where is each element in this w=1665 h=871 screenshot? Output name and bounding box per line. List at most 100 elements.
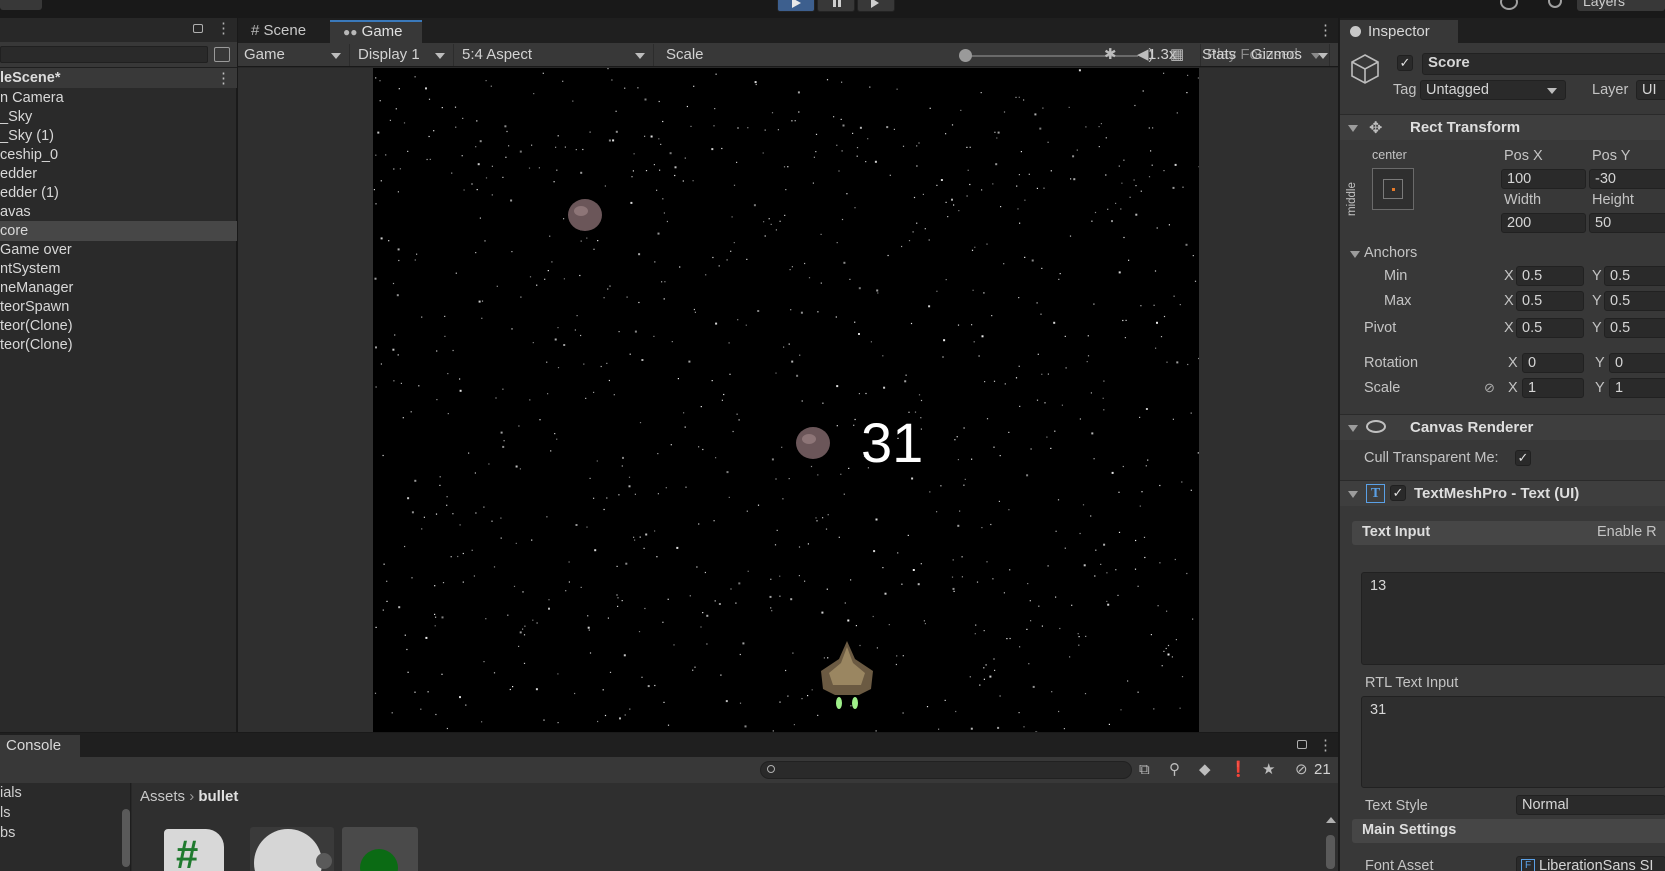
asset-script[interactable]: # (164, 829, 224, 871)
hierarchy-item[interactable]: edder (0, 164, 237, 184)
more-options-icon[interactable]: ⋮ (216, 21, 231, 36)
tab-console[interactable]: Console (0, 735, 80, 757)
history-icon[interactable] (1500, 0, 1518, 10)
breadcrumb-bullet[interactable]: bullet (198, 788, 238, 805)
search-scope-icon[interactable] (214, 47, 230, 62)
textmeshpro-enabled-checkbox[interactable]: ✓ (1390, 485, 1406, 501)
hierarchy-item[interactable]: teor(Clone) (0, 316, 237, 336)
scroll-up-icon[interactable] (1326, 817, 1336, 823)
font-asset-field[interactable]: F LiberationSans SI (1516, 856, 1665, 871)
play-preview-icon[interactable] (316, 853, 332, 869)
aspect-dropdown[interactable]: 5:4 Aspect (456, 44, 654, 66)
filter-type-icon[interactable]: ⚲ (1169, 761, 1180, 779)
tab-scene[interactable]: # Scene (238, 20, 330, 43)
lock-icon[interactable] (193, 24, 203, 33)
account-button[interactable] (0, 0, 42, 10)
tree-scrollbar[interactable] (122, 809, 130, 867)
warning-filter-icon[interactable]: ❗ (1229, 761, 1248, 779)
mode-dropdown[interactable]: Game (238, 44, 350, 66)
fold-arrow-icon[interactable] (1350, 251, 1360, 258)
more-options-icon[interactable]: ⋮ (1318, 736, 1333, 754)
anchors-min-y-field[interactable]: 0.5 (1604, 266, 1665, 286)
text-style-dropdown[interactable]: Normal (1516, 795, 1665, 815)
constrain-proportions-icon[interactable]: ⊘ (1484, 380, 1495, 396)
grid-layout-icon[interactable]: ▦ (1170, 46, 1184, 64)
width-field[interactable]: 200 (1501, 213, 1586, 233)
hidden-icon[interactable]: ⊘ (1295, 761, 1308, 779)
folder-item[interactable]: bs (0, 823, 15, 843)
display-dropdown[interactable]: Display 1 (352, 44, 454, 66)
text-input-area[interactable]: 13 (1361, 572, 1665, 665)
cull-transparent-checkbox[interactable]: ✓ (1515, 450, 1531, 466)
pause-button[interactable] (817, 0, 855, 12)
rotation-x-field[interactable]: 0 (1522, 353, 1584, 373)
play-button[interactable] (777, 0, 815, 12)
scale-slider-handle[interactable] (959, 49, 973, 62)
asset-circle-sprite[interactable] (250, 827, 334, 871)
height-field[interactable]: 50 (1589, 213, 1665, 233)
hierarchy-item[interactable]: core (0, 221, 237, 241)
gizmos-button[interactable]: Gizmos (1251, 44, 1302, 66)
stats-button[interactable]: Stats (1202, 44, 1236, 66)
hierarchy-item[interactable]: teor(Clone) (0, 335, 237, 355)
label-filter-icon[interactable]: ◆ (1199, 761, 1211, 779)
folder-item[interactable]: ls (0, 803, 10, 823)
lock-icon[interactable] (1297, 740, 1307, 749)
favorite-icon[interactable]: ★ (1262, 761, 1275, 779)
tag-dropdown[interactable]: Untagged (1420, 80, 1566, 100)
pivot-y-field[interactable]: 0.5 (1604, 318, 1665, 338)
anchor-preset-button[interactable] (1372, 168, 1414, 210)
asset-bullet-prefab[interactable] (342, 827, 418, 871)
canvas-renderer-header[interactable]: Canvas Renderer (1340, 414, 1665, 440)
game-canvas[interactable]: 31 (373, 68, 1199, 732)
scale-y-field[interactable]: 1 (1609, 378, 1665, 398)
rotation-y-field[interactable]: 0 (1609, 353, 1665, 373)
scene-menu-icon[interactable]: ⋮ (216, 69, 231, 87)
rect-transform-header[interactable]: ✥ Rect Transform (1340, 114, 1665, 140)
hierarchy-item[interactable]: ntSystem (0, 259, 237, 279)
pos-y-field[interactable]: -30 (1589, 169, 1665, 189)
hierarchy-item[interactable]: Game over (0, 240, 237, 260)
folder-item[interactable]: ials (0, 783, 22, 803)
pivot-x-field[interactable]: 0.5 (1516, 318, 1584, 338)
anchors-max-y-field[interactable]: 0.5 (1604, 291, 1665, 311)
hierarchy-item[interactable]: teorSpawn (0, 297, 237, 317)
anchors-max-x-field[interactable]: 0.5 (1516, 291, 1584, 311)
active-checkbox[interactable]: ✓ (1397, 55, 1413, 71)
hierarchy-item[interactable]: neManager (0, 278, 237, 298)
star (970, 727, 973, 730)
hierarchy-item[interactable]: n Camera (0, 88, 237, 108)
search-scope-icon[interactable]: ⧉ (1139, 761, 1150, 779)
textmeshpro-header[interactable]: T ✓ TextMeshPro - Text (UI) (1340, 480, 1665, 506)
layer-dropdown[interactable]: UI (1636, 80, 1665, 100)
object-name-field[interactable]: Score (1422, 53, 1665, 75)
hierarchy-item[interactable]: edder (1) (0, 183, 237, 203)
bug-icon[interactable]: ✱ (1104, 46, 1117, 64)
hierarchy-search-input[interactable] (0, 46, 208, 63)
star (1139, 505, 1141, 507)
hierarchy-item[interactable]: _Sky (0, 107, 237, 127)
step-button[interactable] (857, 0, 895, 12)
scale-x-field[interactable]: 1 (1522, 378, 1584, 398)
hierarchy-item[interactable]: avas (0, 202, 237, 222)
tab-inspector[interactable]: Inspector (1340, 20, 1458, 43)
hierarchy-item[interactable]: _Sky (1) (0, 126, 237, 146)
audio-icon[interactable]: ◀) (1137, 46, 1154, 64)
chevron-down-icon[interactable] (1318, 53, 1328, 59)
main-settings-bar[interactable]: Main Settings (1352, 819, 1665, 843)
enable-rtl-label[interactable]: Enable R (1597, 524, 1657, 540)
rtl-text-input-area[interactable]: 31 (1361, 696, 1665, 788)
pos-x-field[interactable]: 100 (1501, 169, 1586, 189)
star (940, 485, 942, 487)
project-search-input[interactable] (760, 761, 1132, 779)
panel-menu-icon[interactable]: ⋮ (1318, 21, 1333, 39)
layers-dropdown[interactable]: Layers (1577, 0, 1665, 11)
anchors-min-x-field[interactable]: 0.5 (1516, 266, 1584, 286)
scene-row[interactable]: leScene* ⋮ (0, 68, 237, 88)
assets-scrollbar[interactable] (1326, 835, 1335, 869)
tab-game[interactable]: ●● Game (330, 20, 422, 43)
anchors-label[interactable]: Anchors (1364, 245, 1417, 261)
search-icon[interactable] (1548, 0, 1562, 8)
hierarchy-item[interactable]: ceship_0 (0, 145, 237, 165)
breadcrumb-assets[interactable]: Assets (140, 788, 185, 805)
